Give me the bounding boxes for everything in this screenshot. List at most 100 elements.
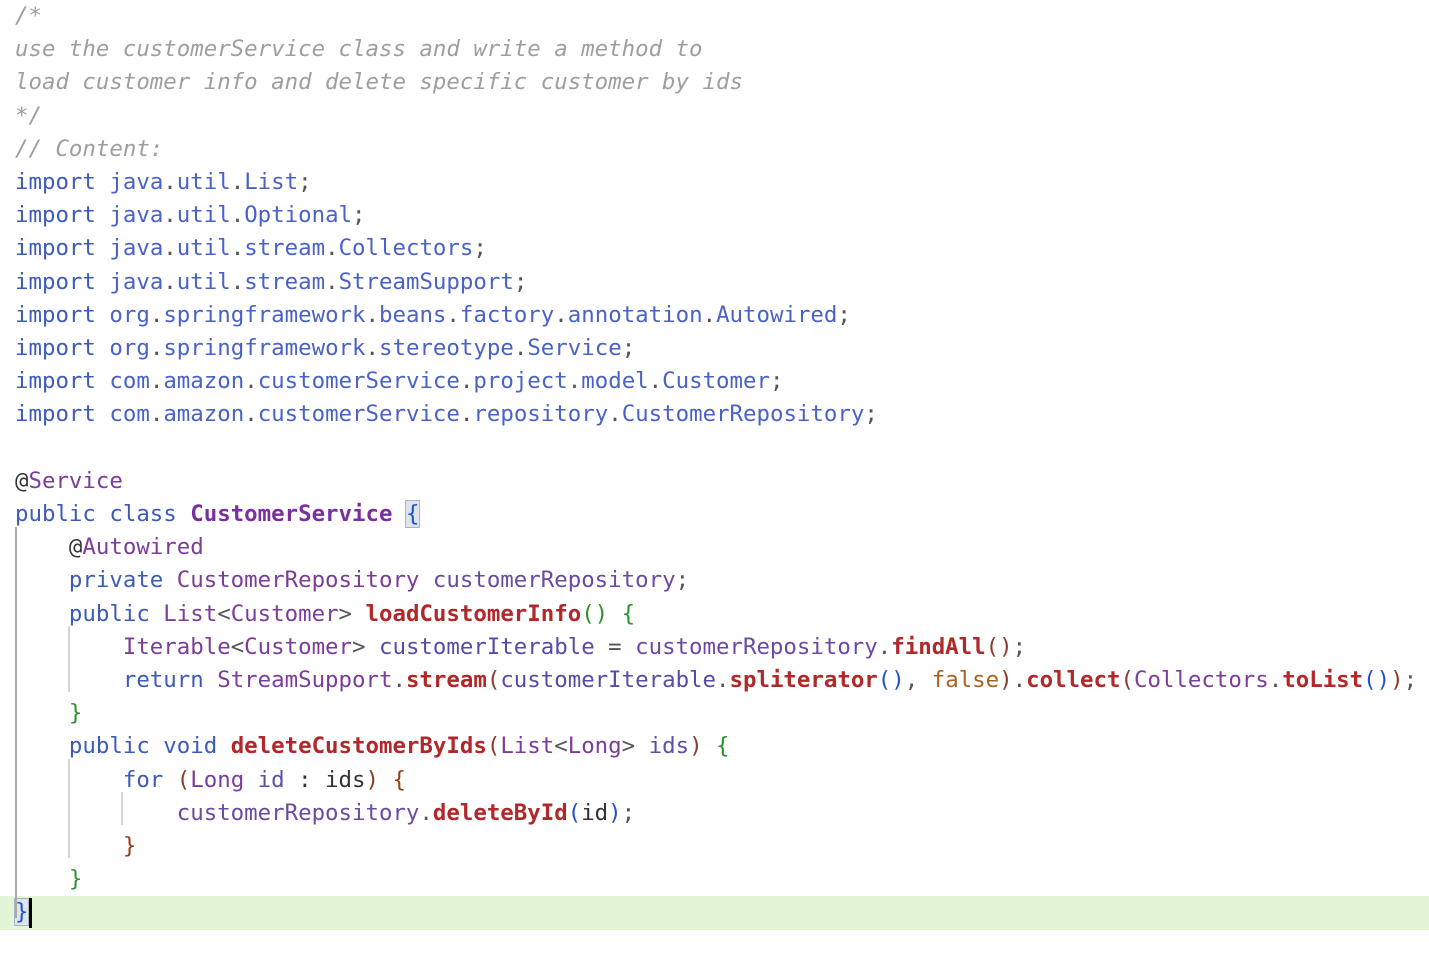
code-token-paren1: () [985, 633, 1013, 660]
code-token-comment: // Content: [15, 135, 164, 162]
indent-guide-method-delete [68, 759, 70, 858]
code-token-plain: @ [68, 534, 83, 561]
code-token-package: customerService [257, 368, 460, 395]
code-token-package: Service [527, 335, 622, 361]
code-token-param: id [257, 766, 285, 793]
code-line[interactable]: @Autowired [0, 531, 1429, 564]
code-token-package: com [109, 401, 150, 428]
code-line[interactable]: */ [0, 100, 1429, 133]
code-line[interactable]: public class CustomerService { [0, 498, 1429, 531]
code-line[interactable]: public void deleteCustomerByIds(List<Lon… [0, 730, 1429, 763]
code-token-package: java [109, 202, 164, 229]
code-token-field: customerRepository [635, 633, 878, 660]
code-token-variable: customerIterable [378, 633, 595, 660]
code-line[interactable]: Iterable<Customer> customerIterable = cu… [0, 631, 1429, 664]
code-token-punct: > [621, 733, 649, 760]
code-token-punct: . [244, 401, 258, 428]
code-line[interactable]: } [0, 697, 1429, 730]
code-token-punct: . [1268, 667, 1283, 693]
code-token-punct: . [648, 368, 663, 395]
code-token-punct: . [459, 401, 474, 428]
code-token-classname: CustomerService [190, 501, 393, 527]
code-token-punct: ; [1012, 633, 1027, 660]
code-line[interactable]: } [0, 830, 1429, 863]
code-token-package: org [109, 301, 150, 328]
code-token-package: customerService [257, 401, 460, 428]
code-line[interactable]: import java.util.stream.StreamSupport; [0, 266, 1429, 299]
code-line[interactable]: for (Long id : ids) { [0, 764, 1429, 797]
code-line[interactable]: import java.util.Optional; [0, 199, 1429, 232]
code-token-brace2: { [621, 600, 636, 627]
code-token-method_call: findAll [891, 633, 986, 660]
code-token-punct: < [217, 600, 231, 627]
code-line[interactable]: public List<Customer> loadCustomerInfo()… [0, 598, 1429, 631]
code-token-package: project [473, 368, 568, 395]
code-token-paren2: () [877, 667, 905, 693]
code-token-punct: . [244, 368, 258, 395]
current-code-line[interactable]: } [0, 896, 1429, 930]
code-token-punct: . [149, 301, 164, 328]
code-token-punct: > [338, 600, 366, 627]
code-token-punct: . [1012, 667, 1027, 693]
code-token-type: Long [567, 733, 622, 760]
code-token-type: List [500, 733, 555, 760]
code-line[interactable]: import java.util.stream.Collectors; [0, 232, 1429, 265]
code-token-punct: . [702, 301, 717, 328]
code-line[interactable]: } [0, 863, 1429, 896]
code-token-punct: . [608, 401, 622, 428]
code-token-keyword: import [15, 401, 110, 428]
code-line[interactable]: return StreamSupport.stream(customerIter… [0, 664, 1429, 697]
code-line[interactable]: @Service [0, 465, 1429, 498]
code-token-boolean: false [931, 667, 1000, 693]
code-token-package: org [109, 335, 150, 361]
code-line[interactable]: use the customerService class and write … [0, 33, 1429, 66]
code-line[interactable]: private CustomerRepository customerRepos… [0, 564, 1429, 597]
code-token-package: java [109, 169, 164, 195]
code-token-brace2: } [68, 866, 83, 893]
code-token-comment: */ [15, 102, 42, 129]
code-token-keyword: import [15, 268, 110, 295]
code-token-package: stereotype [379, 335, 514, 361]
code-token-package: com [109, 368, 150, 395]
code-token-punct: ; [769, 368, 784, 395]
code-token-package: stream [244, 235, 326, 262]
code-token-type: Collectors [1133, 667, 1269, 693]
code-token-keyword: import [15, 169, 110, 195]
code-editor[interactable]: /* use the customerService class and writ… [0, 0, 1429, 964]
code-token-package: Autowired [716, 301, 838, 328]
code-token-brace3: { [392, 766, 406, 793]
code-token-package: repository [473, 401, 609, 428]
code-token-punct: . [365, 335, 380, 361]
code-line[interactable]: import com.amazon.customerService.projec… [0, 365, 1429, 398]
code-token-plain: id [581, 799, 609, 826]
code-line[interactable]: customerRepository.deleteById(id); [0, 797, 1429, 830]
code-token-param: ids [648, 733, 690, 760]
code-token-package: beans [379, 301, 447, 328]
code-line[interactable] [0, 432, 1429, 465]
code-line[interactable]: import org.springframework.beans.factory… [0, 299, 1429, 332]
code-token-type: StreamSupport [217, 667, 393, 693]
code-token-punct: . [554, 301, 568, 328]
code-token-paren1: ( [486, 733, 501, 760]
code-token-package: java [109, 268, 164, 295]
code-line[interactable]: load customer info and delete specific c… [0, 66, 1429, 99]
code-line[interactable]: // Content: [0, 133, 1429, 166]
code-token-package: amazon [163, 401, 245, 428]
code-token-punct: ; [473, 235, 487, 262]
code-line[interactable]: /* [0, 0, 1429, 33]
code-line[interactable]: import com.amazon.customerService.reposi… [0, 398, 1429, 431]
code-token-punct: . [163, 202, 177, 229]
code-line[interactable]: import org.springframework.stereotype.Se… [0, 332, 1429, 365]
code-token-punct: . [230, 235, 245, 262]
code-token-keyword: import [15, 335, 110, 361]
code-token-punct: . [716, 667, 730, 693]
code-token-field: customerRepository [176, 799, 420, 826]
code-token-keyword: return [15, 667, 218, 693]
code-line[interactable]: import java.util.List; [0, 166, 1429, 199]
code-token-keyword: import [15, 235, 110, 262]
code-token-package: util [176, 235, 231, 262]
